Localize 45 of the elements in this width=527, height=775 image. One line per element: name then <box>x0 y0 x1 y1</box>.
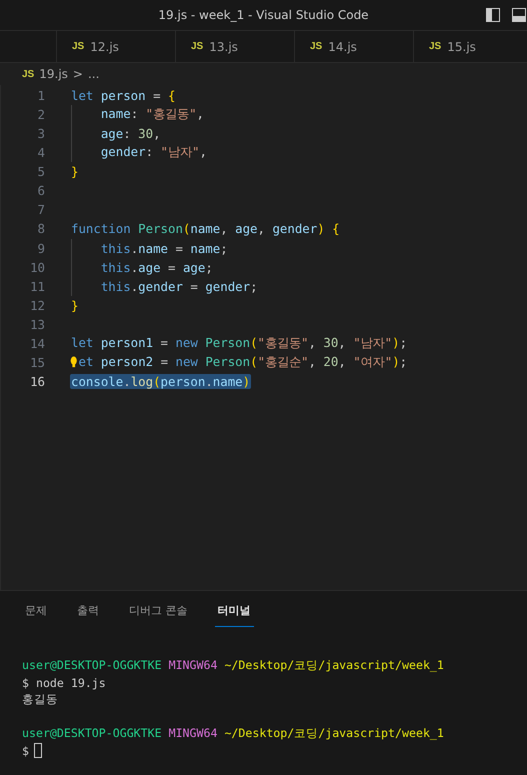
line-number: 1 <box>36 88 45 104</box>
panel-tab[interactable]: 터미널 <box>214 603 254 627</box>
code-line: let person1 = new Person("홍길동", 30, "남자"); <box>70 334 408 352</box>
sidebar-toggle-icon[interactable] <box>485 7 501 23</box>
line-number: 5 <box>36 164 45 180</box>
panel-tab[interactable]: 출력 <box>74 603 102 627</box>
code-line: name: "홍길동", <box>100 106 205 124</box>
panel-toggle-icon[interactable] <box>511 7 527 23</box>
line-number: 7 <box>36 202 45 218</box>
terminal-line: $ node 19.js <box>22 676 106 690</box>
line-number: 15 <box>29 354 45 370</box>
line-number: 2 <box>36 107 45 122</box>
code-line: this.age = age; <box>100 260 214 275</box>
breadcrumb-item[interactable]: 19.js <box>39 67 68 81</box>
line-number: 13 <box>29 316 45 332</box>
code-line: } <box>70 298 80 313</box>
panel-tab[interactable]: 디버그 콘솔 <box>126 603 190 627</box>
code-line: function Person(name, age, gender) { <box>70 221 341 236</box>
line-number: 16 <box>29 374 45 389</box>
panel-tab[interactable]: 문제 <box>22 603 50 627</box>
lightbulb-icon[interactable] <box>70 356 78 369</box>
line-number: 12 <box>29 298 45 313</box>
code-line: et person2 = new Person("홍길순", 20, "여자"); <box>78 354 408 371</box>
line-number: 9 <box>36 240 45 256</box>
js-file-icon: JS <box>22 68 34 80</box>
breadcrumb-separator: > <box>72 67 83 81</box>
code-line: age: 30, <box>100 126 162 142</box>
terminal-line: 홍길동 <box>22 692 58 707</box>
line-number: 11 <box>29 278 45 294</box>
line-number: 6 <box>36 183 45 198</box>
code-line: this.name = name; <box>100 240 229 256</box>
breadcrumb-item[interactable]: ... <box>88 67 100 81</box>
terminal-line: $ <box>22 744 29 758</box>
line-number: 8 <box>36 221 45 236</box>
line-number: 3 <box>36 126 45 142</box>
window-title: 19.js - week_1 - Visual Studio Code <box>158 8 369 22</box>
terminal-line: user@DESKTOP-OGGKTKE MINGW64 ~/Desktop/코딩/javascript/week_1 <box>22 726 444 741</box>
line-number: 10 <box>29 260 45 275</box>
code-line: let person = { <box>70 88 176 104</box>
code-line: } <box>70 164 80 180</box>
code-line: gender: "남자", <box>100 144 208 162</box>
terminal-line: user@DESKTOP-OGGKTKE MINGW64 ~/Desktop/코딩/javascript/week_1 <box>22 658 444 673</box>
line-number: 4 <box>36 145 45 160</box>
code-line: this.gender = gender; <box>100 278 259 294</box>
line-number: 14 <box>29 336 45 351</box>
